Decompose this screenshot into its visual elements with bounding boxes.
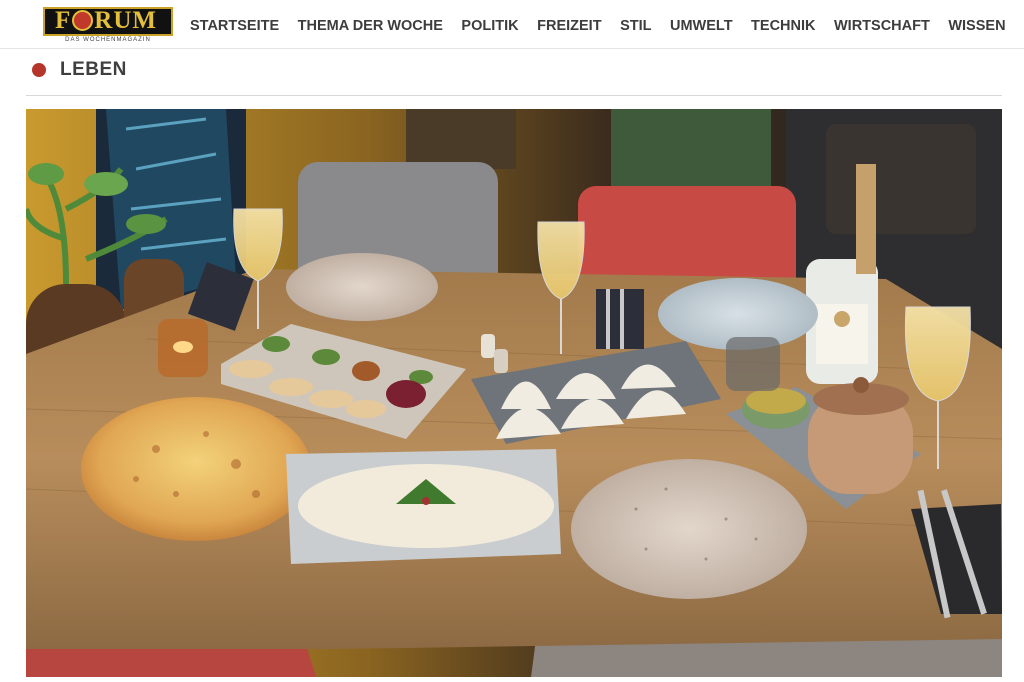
hero-image[interactable]	[26, 109, 1002, 677]
nav-item-umwelt[interactable]: UMWELT	[670, 16, 733, 36]
logo-letter-f: F	[55, 7, 72, 34]
forum-logo[interactable]: F RUM DAS WOCHENMAGAZIN	[43, 7, 173, 45]
nav-item-startseite[interactable]: STARTSEITE	[190, 16, 279, 36]
nav-item-wissen[interactable]: WISSEN	[948, 16, 1005, 36]
section-bullet-icon	[32, 63, 46, 77]
logo-tagline: DAS WOCHENMAGAZIN	[65, 37, 151, 43]
hero-image-illustration	[26, 109, 1002, 677]
nav-item-technik[interactable]: TECHNIK	[751, 16, 815, 36]
nav-item-wirtschaft[interactable]: WIRTSCHAFT	[834, 16, 930, 36]
logo-o-emblem	[72, 10, 94, 31]
top-navigation-bar: F RUM DAS WOCHENMAGAZIN STARTSEITE THEMA …	[0, 0, 1024, 49]
main-menu: STARTSEITE THEMA DER WOCHE POLITIK FREIZ…	[190, 16, 1006, 36]
section-heading: LEBEN	[26, 56, 1002, 96]
logo-letters-rum: RUM	[94, 7, 157, 34]
nav-item-stil[interactable]: STIL	[620, 16, 651, 36]
logo-wordmark: F RUM	[43, 8, 169, 33]
section-title[interactable]: LEBEN	[60, 58, 127, 82]
nav-item-freizeit[interactable]: FREIZEIT	[537, 16, 601, 36]
nav-item-politik[interactable]: POLITIK	[461, 16, 518, 36]
nav-item-thema-der-woche[interactable]: THEMA DER WOCHE	[298, 16, 443, 36]
